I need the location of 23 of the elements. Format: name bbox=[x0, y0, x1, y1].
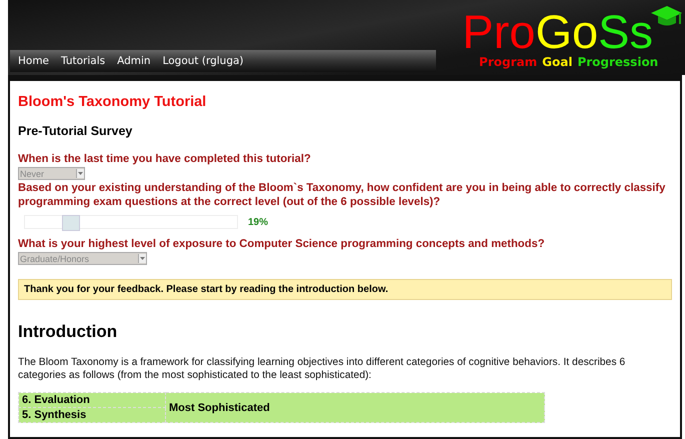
paragraph: The Bloom Taxonomy is a framework for classifying learning objectives into different categories of cognitive behaviors. It describes 6 categories as follows (from the most sophisticated to the least sophisticated): bbox=[18, 356, 626, 382]
slider-handle[interactable] bbox=[62, 215, 80, 231]
slider-value: 19% bbox=[248, 216, 268, 228]
tagline-word: Progression bbox=[577, 56, 658, 69]
tagline-word: Program bbox=[479, 56, 538, 69]
table-cell: 5. Synthesis bbox=[18, 408, 166, 422]
nav-link[interactable]: Logout (rgluga) bbox=[162, 55, 244, 67]
nav-link[interactable]: Admin bbox=[117, 55, 151, 67]
table-cell: Most Sophisticated bbox=[166, 392, 544, 422]
section-heading: Introduction bbox=[18, 322, 118, 342]
nav-link[interactable]: Tutorials bbox=[61, 55, 106, 67]
nav-link[interactable]: Home bbox=[18, 55, 50, 67]
caret-icon bbox=[140, 257, 145, 260]
notice-banner: Thank you for your feedback. Please start by reading the introduction below. bbox=[18, 279, 672, 300]
question-text: Based on your existing understanding of the Bloom`s Taxonomy, how confident are you in being able to correctly classify programming exam questions at the correct level (out of the 6 possible levels)? bbox=[18, 181, 666, 209]
page-title: Bloom's Taxonomy Tutorial bbox=[18, 94, 208, 110]
logo-text: ProGoSs bbox=[462, 8, 653, 56]
caret-icon bbox=[78, 172, 83, 175]
section-heading: Pre-Tutorial Survey bbox=[18, 124, 134, 138]
table-cell: 6. Evaluation bbox=[18, 392, 166, 408]
question-text: What is your highest level of exposure to Computer Science programming concepts and methods? bbox=[18, 237, 546, 251]
question-text: When is the last time you have completed this tutorial? bbox=[18, 152, 312, 166]
tagline-word: Goal bbox=[542, 56, 572, 69]
